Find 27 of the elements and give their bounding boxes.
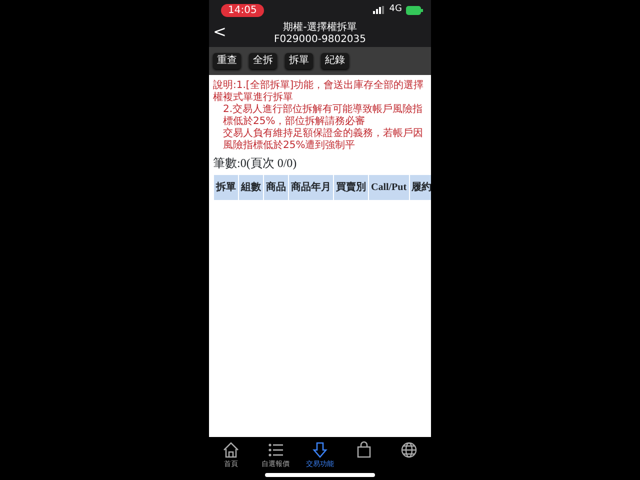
column-header: 履約 <box>409 174 431 200</box>
globe-icon <box>400 441 418 459</box>
account-number: F029000-9802035 <box>274 34 366 46</box>
toolbar-button[interactable]: 拆單 <box>285 53 313 69</box>
down-arrow-icon <box>310 441 329 459</box>
list-icon <box>266 441 285 459</box>
column-header: 商品年月 <box>288 174 334 200</box>
back-button[interactable]: < <box>213 22 226 42</box>
column-header: Call/Put <box>368 174 410 200</box>
toolbar-button[interactable]: 全拆 <box>249 53 277 69</box>
battery-icon <box>406 6 423 14</box>
toolbar-button[interactable]: 重查 <box>213 53 241 69</box>
notice-text: 說明:1.[全部拆單]功能，會送出庫存全部的選擇權複式單進行拆單 <box>213 80 425 104</box>
toolbar-button[interactable]: 紀錄 <box>321 53 349 69</box>
column-header: 拆單 <box>214 174 238 200</box>
column-header: 買賣別 <box>334 174 368 200</box>
home-icon <box>222 441 240 459</box>
status-time: 14:05 <box>221 4 264 16</box>
record-count: 筆數:0(頁次 0/0) <box>213 155 298 172</box>
notice-text: 交易人負有維持足額保證金的義務，若帳戶因風險指標低於25%遭到強制平 <box>222 128 424 152</box>
network-label: 4G <box>389 3 402 16</box>
column-header: 商品 <box>264 174 288 200</box>
signal-icon <box>373 6 386 14</box>
column-header: 組數 <box>238 174 264 200</box>
notice-text: 2.交易人進行部位拆解有可能導致帳戶風險指標低於25%，部位拆解請務必審 <box>222 104 424 128</box>
page-title: 期權-選擇權拆單 <box>283 22 357 34</box>
bag-icon <box>355 441 374 459</box>
